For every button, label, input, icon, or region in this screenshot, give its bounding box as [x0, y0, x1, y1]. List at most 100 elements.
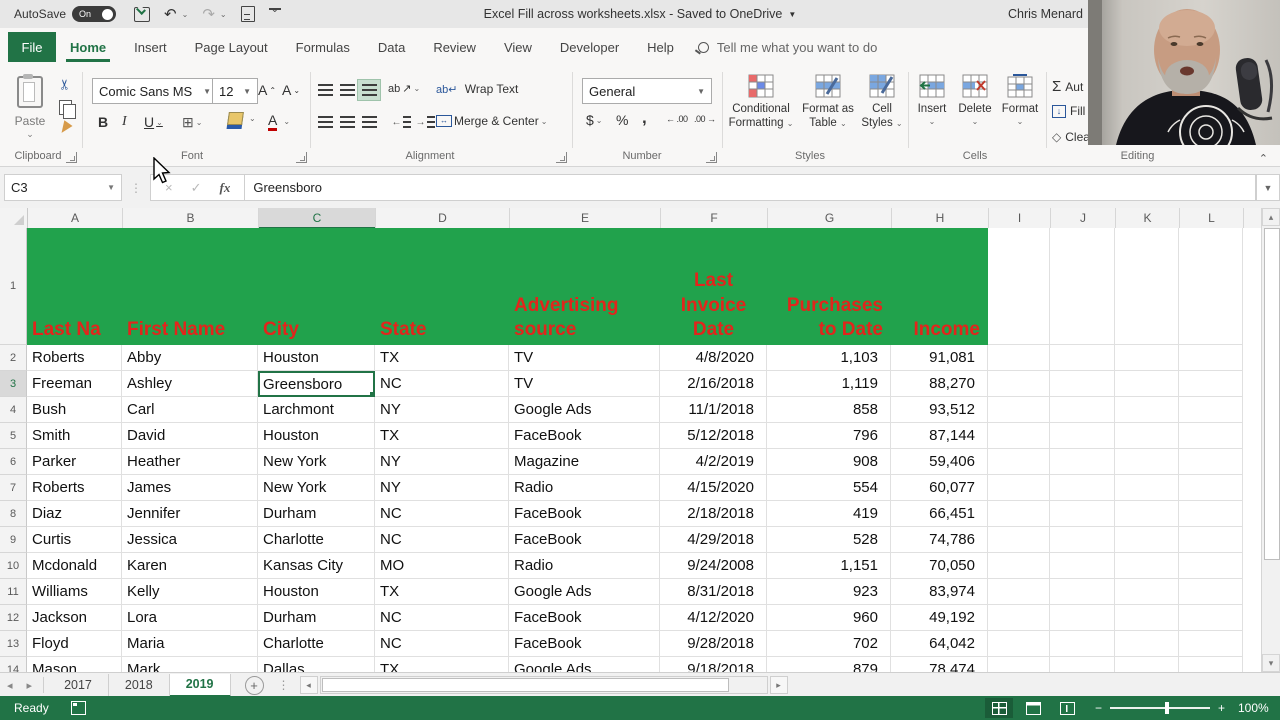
- increase-indent-button[interactable]: →: [414, 112, 436, 132]
- header-cell-B[interactable]: First Name: [122, 228, 258, 345]
- empty-cell[interactable]: [1050, 605, 1115, 631]
- cell-D13[interactable]: NC: [375, 631, 509, 657]
- empty-cell[interactable]: [1115, 501, 1179, 527]
- empty-cell[interactable]: [1179, 657, 1243, 672]
- collapse-ribbon-icon[interactable]: ⌃: [1259, 152, 1268, 165]
- empty-cell[interactable]: [988, 579, 1050, 605]
- insert-cells-button[interactable]: Insert⌄: [912, 74, 952, 127]
- cell-G3[interactable]: 1,119: [767, 371, 891, 397]
- vertical-scrollbar[interactable]: ▴ ▾: [1261, 208, 1280, 672]
- tab-home[interactable]: Home: [56, 32, 120, 62]
- column-header-L[interactable]: L: [1180, 208, 1244, 228]
- scroll-right-icon[interactable]: ▸: [770, 676, 788, 694]
- cell-C14[interactable]: Dallas: [258, 657, 375, 672]
- row-header-9[interactable]: 9: [0, 527, 27, 553]
- cell-H4[interactable]: 93,512: [891, 397, 988, 423]
- column-header-K[interactable]: K: [1116, 208, 1180, 228]
- clear-button[interactable]: ◇ Clea: [1052, 130, 1090, 144]
- cell-F8[interactable]: 2/18/2018: [660, 501, 767, 527]
- cell-B8[interactable]: Jennifer: [122, 501, 258, 527]
- cell-G10[interactable]: 1,151: [767, 553, 891, 579]
- cell-E7[interactable]: Radio: [509, 475, 660, 501]
- font-name-combo[interactable]: Comic Sans MS▼: [92, 78, 218, 104]
- empty-cell[interactable]: [988, 631, 1050, 657]
- cell-E11[interactable]: Google Ads: [509, 579, 660, 605]
- empty-cell[interactable]: [1050, 553, 1115, 579]
- row-header-4[interactable]: 4: [0, 397, 27, 423]
- cell-H9[interactable]: 74,786: [891, 527, 988, 553]
- cell-B4[interactable]: Carl: [122, 397, 258, 423]
- cell-E13[interactable]: FaceBook: [509, 631, 660, 657]
- empty-cell[interactable]: [988, 527, 1050, 553]
- tab-developer[interactable]: Developer: [546, 32, 633, 62]
- cell-C10[interactable]: Kansas City: [258, 553, 375, 579]
- row-header-13[interactable]: 13: [0, 631, 27, 657]
- tab-data[interactable]: Data: [364, 32, 419, 62]
- zoom-level[interactable]: 100%: [1238, 701, 1269, 715]
- cell-F3[interactable]: 2/16/2018: [660, 371, 767, 397]
- cell-H14[interactable]: 78,474: [891, 657, 988, 672]
- sheet-next-icon[interactable]: ▸: [20, 679, 40, 692]
- column-header-I[interactable]: I: [989, 208, 1051, 228]
- cell-H3[interactable]: 88,270: [891, 371, 988, 397]
- scroll-down-icon[interactable]: ▾: [1262, 654, 1280, 672]
- empty-cell[interactable]: [1050, 449, 1115, 475]
- conditional-formatting-button[interactable]: Conditional Formatting ⌄: [728, 74, 794, 131]
- empty-cell[interactable]: [988, 423, 1050, 449]
- sheet-tab-2017[interactable]: 2017: [48, 674, 109, 697]
- cell-C13[interactable]: Charlotte: [258, 631, 375, 657]
- number-dialog-launcher[interactable]: [706, 152, 717, 163]
- autosave-toggle[interactable]: On: [72, 6, 116, 22]
- font-dialog-launcher[interactable]: [296, 152, 307, 163]
- cell-B9[interactable]: Jessica: [122, 527, 258, 553]
- merge-center-button[interactable]: ↔ Merge & Center⌄: [436, 114, 547, 128]
- empty-cell[interactable]: [1115, 345, 1179, 371]
- header-cell-C[interactable]: City: [258, 228, 375, 345]
- row-header-12[interactable]: 12: [0, 605, 27, 631]
- tab-review[interactable]: Review: [419, 32, 490, 62]
- clipboard-dialog-launcher[interactable]: [66, 152, 77, 163]
- zoom-out-icon[interactable]: −: [1095, 701, 1102, 715]
- autosave-control[interactable]: AutoSave On: [14, 6, 116, 22]
- empty-cell[interactable]: [1179, 605, 1243, 631]
- empty-cell[interactable]: [1050, 527, 1115, 553]
- empty-cell[interactable]: [988, 475, 1050, 501]
- empty-cell[interactable]: [1050, 423, 1115, 449]
- align-right-button[interactable]: [358, 112, 380, 132]
- cell-H11[interactable]: 83,974: [891, 579, 988, 605]
- cell-F4[interactable]: 11/1/2018: [660, 397, 767, 423]
- currency-button[interactable]: $⌄: [586, 112, 603, 128]
- cell-C11[interactable]: Houston: [258, 579, 375, 605]
- increase-decimal-button[interactable]: ←.00: [666, 114, 688, 124]
- row-header-14[interactable]: 14: [0, 657, 27, 672]
- name-box[interactable]: C3▼: [4, 174, 122, 201]
- cell-A3[interactable]: Freeman: [27, 371, 122, 397]
- cell-A4[interactable]: Bush: [27, 397, 122, 423]
- header-cell-D[interactable]: State: [375, 228, 509, 345]
- cell-G8[interactable]: 419: [767, 501, 891, 527]
- empty-cell[interactable]: [988, 605, 1050, 631]
- row-header-6[interactable]: 6: [0, 449, 27, 475]
- cell-F6[interactable]: 4/2/2019: [660, 449, 767, 475]
- empty-cell[interactable]: [1179, 553, 1243, 579]
- vertical-scroll-thumb[interactable]: [1264, 228, 1280, 560]
- cell-H13[interactable]: 64,042: [891, 631, 988, 657]
- zoom-slider[interactable]: [1110, 707, 1210, 709]
- empty-cell[interactable]: [1050, 631, 1115, 657]
- cell-C6[interactable]: New York: [258, 449, 375, 475]
- cell-H2[interactable]: 91,081: [891, 345, 988, 371]
- cell-H12[interactable]: 49,192: [891, 605, 988, 631]
- header-cell-E[interactable]: Advertising source: [509, 228, 660, 345]
- cell-F11[interactable]: 8/31/2018: [660, 579, 767, 605]
- cell-F13[interactable]: 9/28/2018: [660, 631, 767, 657]
- cell-A13[interactable]: Floyd: [27, 631, 122, 657]
- column-header-F[interactable]: F: [661, 208, 768, 228]
- page-layout-view-icon[interactable]: [1019, 698, 1047, 718]
- cell-D2[interactable]: TX: [375, 345, 509, 371]
- empty-cell[interactable]: [1115, 228, 1179, 345]
- select-all-corner[interactable]: [0, 208, 28, 228]
- cell-B7[interactable]: James: [122, 475, 258, 501]
- cell-B5[interactable]: David: [122, 423, 258, 449]
- cell-D5[interactable]: TX: [375, 423, 509, 449]
- row-header-1[interactable]: 1: [0, 228, 27, 345]
